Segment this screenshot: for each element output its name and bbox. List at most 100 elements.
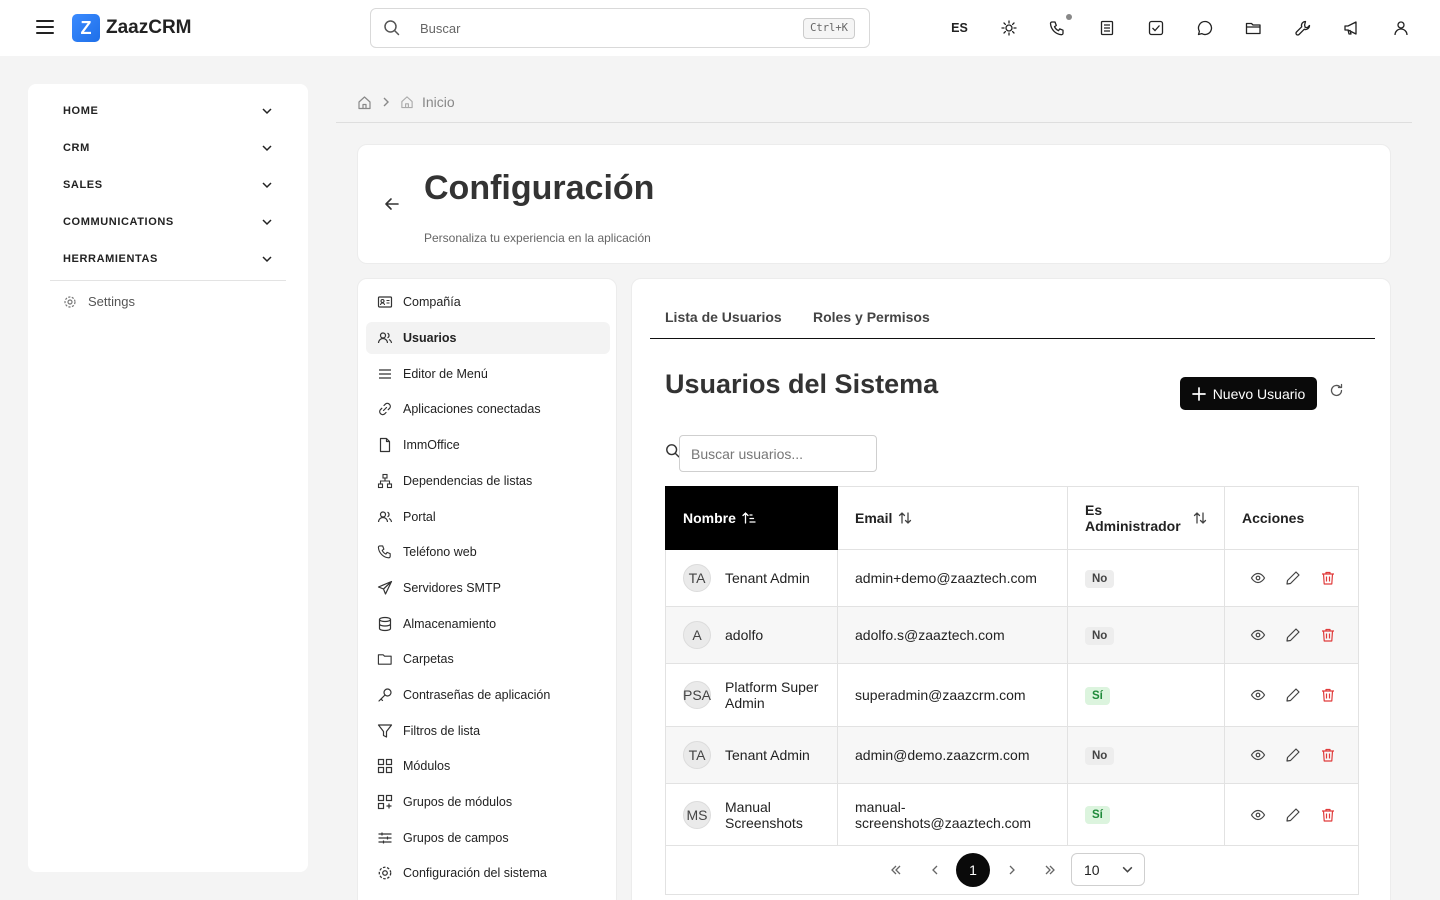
user-email: admin+demo@zaaztech.com <box>837 549 1068 607</box>
settings-item-label: Compañía <box>403 295 461 309</box>
shortcut-hint: Ctrl+K <box>803 18 855 39</box>
hamburger-menu-icon[interactable] <box>35 17 55 37</box>
table-row[interactable]: MS Manual Screenshots manual-screenshots@… <box>665 783 1359 846</box>
pencil-icon[interactable] <box>1285 627 1301 643</box>
settings-item-immoffice[interactable]: ImmOffice <box>366 429 610 461</box>
page-button-current[interactable]: 1 <box>956 853 990 887</box>
settings-item-storage[interactable]: Almacenamiento <box>366 608 610 640</box>
nav-group-sales[interactable]: SALES <box>63 174 273 196</box>
trash-icon[interactable] <box>1320 687 1336 703</box>
notification-dot <box>1066 14 1072 20</box>
documents-button[interactable] <box>1082 14 1131 42</box>
eye-icon[interactable] <box>1250 747 1266 763</box>
announcements-button[interactable] <box>1327 14 1376 42</box>
pencil-icon[interactable] <box>1285 747 1301 763</box>
next-page-button[interactable] <box>995 853 1029 887</box>
gear-icon <box>64 295 76 308</box>
column-header-email[interactable]: Email <box>837 486 1068 550</box>
settings-item-label: Servidores SMTP <box>403 581 501 595</box>
nav-group-crm[interactable]: CRM <box>63 137 273 159</box>
new-user-button[interactable]: Nuevo Usuario <box>1180 377 1317 410</box>
settings-item-list-filters[interactable]: Filtros de lista <box>366 715 610 747</box>
settings-menu: Compañía Usuarios Editor de Menú Aplicac… <box>357 278 617 900</box>
tab-roles-permissions[interactable]: Roles y Permisos <box>813 309 930 325</box>
messages-button[interactable] <box>1180 14 1229 42</box>
table-row[interactable]: TA Tenant Admin admin@demo.zaazcrm.com No <box>665 726 1359 784</box>
breadcrumb-current[interactable]: Inicio <box>422 94 455 110</box>
phone-button[interactable] <box>1033 14 1082 42</box>
trash-icon[interactable] <box>1320 807 1336 823</box>
settings-item-menu-editor[interactable]: Editor de Menú <box>366 358 610 390</box>
table-row[interactable]: TA Tenant Admin admin+demo@zaaztech.com N… <box>665 549 1359 607</box>
theme-toggle[interactable] <box>984 14 1033 42</box>
first-page-button[interactable] <box>879 853 913 887</box>
app-logo[interactable]: Z ZaazCRM <box>72 14 192 42</box>
settings-item-label: Aplicaciones conectadas <box>403 402 541 416</box>
chevron-down-icon <box>262 219 272 226</box>
settings-item-app-passwords[interactable]: Contraseñas de aplicación <box>366 679 610 711</box>
nav-group-label: SALES <box>63 179 103 191</box>
link-icon <box>379 402 391 416</box>
global-search[interactable]: Buscar Ctrl+K <box>370 8 870 48</box>
pencil-icon[interactable] <box>1285 687 1301 703</box>
trash-icon[interactable] <box>1320 747 1336 763</box>
table-row[interactable]: Aadolfo adolfo.s@zaaztech.com No <box>665 606 1359 664</box>
nav-item-settings[interactable]: Settings <box>63 294 135 309</box>
pencil-icon[interactable] <box>1285 807 1301 823</box>
pagination: 1 10 <box>665 845 1359 895</box>
last-page-button[interactable] <box>1033 853 1067 887</box>
settings-item-module-groups[interactable]: Grupos de módulos <box>366 786 610 818</box>
tools-button[interactable] <box>1278 14 1327 42</box>
pencil-icon[interactable] <box>1285 570 1301 586</box>
column-header-admin[interactable]: Es Administrador <box>1067 486 1225 550</box>
settings-item-system-config[interactable]: Configuración del sistema <box>366 857 610 889</box>
eye-icon[interactable] <box>1250 687 1266 703</box>
filter-icon <box>377 724 393 738</box>
back-arrow-icon[interactable] <box>383 195 401 213</box>
eye-icon[interactable] <box>1250 807 1266 823</box>
eye-icon[interactable] <box>1250 627 1266 643</box>
eye-icon[interactable] <box>1250 570 1266 586</box>
settings-item-users[interactable]: Usuarios <box>366 322 610 354</box>
tab-user-list[interactable]: Lista de Usuarios <box>665 309 782 325</box>
settings-item-field-groups[interactable]: Grupos de campos <box>366 822 610 854</box>
settings-item-connected-apps[interactable]: Aplicaciones conectadas <box>366 393 610 425</box>
refresh-icon[interactable] <box>1329 383 1344 398</box>
tasks-button[interactable] <box>1131 14 1180 42</box>
settings-item-company[interactable]: Compañía <box>366 286 610 318</box>
nav-group-communications[interactable]: COMMUNICATIONS <box>63 211 273 233</box>
send-icon <box>377 580 393 595</box>
database-icon <box>378 616 392 632</box>
settings-item-web-phone[interactable]: Teléfono web <box>366 536 610 568</box>
language-switch[interactable]: ES <box>935 14 984 42</box>
settings-item-portal[interactable]: Portal <box>366 501 610 533</box>
settings-item-folders[interactable]: Carpetas <box>366 643 610 675</box>
settings-item-smtp[interactable]: Servidores SMTP <box>366 572 610 604</box>
settings-item-label: Configuración del sistema <box>403 866 547 880</box>
table-row[interactable]: PSA Platform Super Admin superadmin@zaazc… <box>665 663 1359 727</box>
files-button[interactable] <box>1229 14 1278 42</box>
column-header-name[interactable]: Nombre <box>665 486 838 550</box>
nav-group-herramientas[interactable]: HERRAMIENTAS <box>63 248 273 270</box>
prev-page-button[interactable] <box>918 853 952 887</box>
trash-icon[interactable] <box>1320 570 1336 586</box>
profile-button[interactable] <box>1376 14 1425 42</box>
hierarchy-icon <box>377 473 393 489</box>
column-label: Acciones <box>1242 510 1305 526</box>
user-search-input[interactable] <box>679 435 877 472</box>
avatar: TA <box>683 564 711 592</box>
top-bar: Z ZaazCRM Buscar Ctrl+K ES <box>0 0 1440 56</box>
page-title: Configuración <box>424 169 655 207</box>
settings-item-modules[interactable]: Módulos <box>366 750 610 782</box>
app-name: ZaazCRM <box>106 17 192 38</box>
nav-group-home[interactable]: HOME <box>63 100 273 122</box>
user-email: admin@demo.zaazcrm.com <box>837 726 1068 784</box>
chevron-down-icon <box>262 182 272 189</box>
settings-item-label: Teléfono web <box>403 545 477 559</box>
home-icon[interactable] <box>357 95 372 110</box>
page-size-select[interactable]: 10 <box>1071 853 1145 886</box>
column-header-actions: Acciones <box>1224 486 1359 550</box>
settings-item-list-dependencies[interactable]: Dependencias de listas <box>366 465 610 497</box>
trash-icon[interactable] <box>1320 627 1336 643</box>
admin-badge: No <box>1085 569 1115 588</box>
